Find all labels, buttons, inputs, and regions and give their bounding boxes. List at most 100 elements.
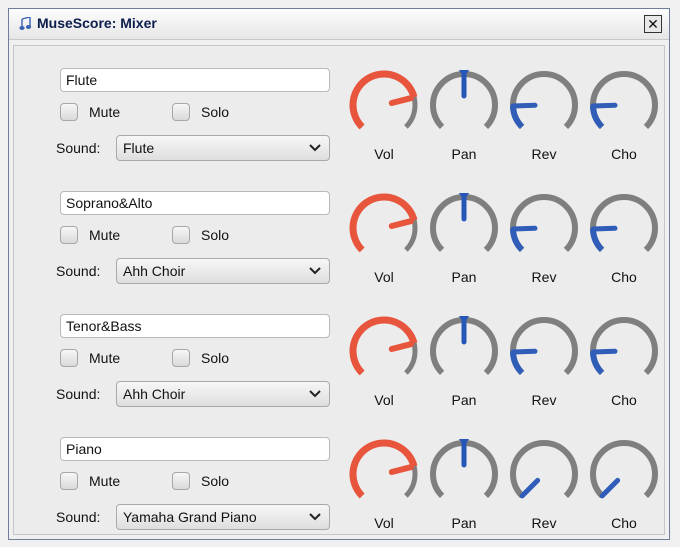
cho-knob-track [590, 317, 658, 376]
cho-knob-graphic[interactable] [584, 433, 664, 513]
cho-knob-graphic[interactable] [584, 310, 664, 390]
solo-checkbox[interactable]: Solo [172, 349, 229, 367]
sound-label: Sound: [56, 386, 101, 402]
sound-dropdown-value: Flute [123, 140, 155, 156]
vol-knob-pointer [388, 464, 415, 476]
sound-dropdown[interactable]: Ahh Choir [116, 381, 330, 407]
channel-name-field[interactable] [60, 314, 330, 338]
vol-knob-graphic[interactable] [344, 433, 424, 513]
mute-checkbox[interactable]: Mute [60, 349, 120, 367]
cho-knob[interactable]: Cho [584, 310, 664, 408]
vol-knob-graphic[interactable] [344, 187, 424, 267]
rev-knob-value-arc [510, 351, 525, 376]
channel-name-field[interactable] [60, 191, 330, 215]
cho-knob-graphic[interactable] [584, 187, 664, 267]
channel-name-field[interactable] [60, 437, 330, 461]
vol-knob[interactable]: Vol [344, 310, 424, 408]
solo-checkbox-box[interactable] [172, 349, 190, 367]
rev-knob[interactable]: Rev [504, 64, 584, 162]
cho-knob[interactable]: Cho [584, 64, 664, 162]
rev-knob-value-arc [510, 228, 525, 253]
solo-checkbox[interactable]: Solo [172, 226, 229, 244]
pan-knob[interactable]: Pan [424, 433, 504, 531]
pan-knob[interactable]: Pan [424, 187, 504, 285]
channel-name-field[interactable] [60, 68, 330, 92]
cho-knob-pointer [590, 225, 618, 232]
mute-checkbox[interactable]: Mute [60, 472, 120, 490]
solo-checkbox[interactable]: Solo [172, 472, 229, 490]
solo-checkbox-box[interactable] [172, 472, 190, 490]
mute-checkbox-box[interactable] [60, 226, 78, 244]
mute-checkbox-box[interactable] [60, 103, 78, 121]
cho-knob-value-arc [590, 105, 605, 130]
vol-knob-graphic[interactable] [344, 64, 424, 144]
rev-knob-graphic[interactable] [504, 433, 584, 513]
vol-knob-label: Vol [374, 146, 394, 162]
solo-checkbox[interactable]: Solo [172, 103, 229, 121]
solo-label: Solo [201, 227, 230, 243]
vol-knob[interactable]: Vol [344, 64, 424, 162]
cho-knob-value-arc [590, 228, 605, 253]
pan-knob-graphic[interactable] [424, 310, 504, 390]
cho-knob-track [590, 194, 658, 253]
sound-dropdown-value: Ahh Choir [123, 263, 186, 279]
solo-label: Solo [201, 350, 230, 366]
pan-knob-label: Pan [451, 392, 477, 408]
rev-knob-track [510, 71, 578, 130]
cho-knob-graphic[interactable] [584, 64, 664, 144]
mute-checkbox-box[interactable] [60, 472, 78, 490]
title-bar[interactable]: MuseScore: Mixer ✕ [9, 9, 669, 40]
mute-checkbox-box[interactable] [60, 349, 78, 367]
channel-strip: Mute Solo Sound: Yamaha Grand Piano Vol Pan Re… [14, 419, 664, 541]
cho-knob-track [590, 440, 658, 499]
cho-knob-pointer [599, 477, 621, 499]
cho-knob-track [590, 71, 658, 130]
mute-label: Mute [89, 473, 121, 489]
cho-knob-pointer [590, 348, 618, 355]
channel-strip: Mute Solo Sound: Ahh Choir Vol Pan Rev Cho [14, 296, 664, 418]
mute-checkbox[interactable]: Mute [60, 103, 120, 121]
rev-knob-track [510, 440, 578, 499]
sound-dropdown[interactable]: Yamaha Grand Piano [116, 504, 330, 530]
sound-dropdown[interactable]: Flute [116, 135, 330, 161]
rev-knob-label: Rev [531, 392, 557, 408]
close-button[interactable]: ✕ [644, 15, 662, 33]
rev-knob-graphic[interactable] [504, 310, 584, 390]
vol-knob-label: Vol [374, 515, 394, 531]
vol-knob-graphic[interactable] [344, 310, 424, 390]
rev-knob-graphic[interactable] [504, 64, 584, 144]
rev-knob-pointer [510, 348, 538, 355]
cho-knob-label: Cho [611, 515, 637, 531]
cho-knob-pointer [590, 102, 618, 109]
rev-knob-label: Rev [531, 515, 557, 531]
rev-knob[interactable]: Rev [504, 187, 584, 285]
rev-knob[interactable]: Rev [504, 310, 584, 408]
mixer-window: MuseScore: Mixer ✕ Mute Solo Sound: Flute Vo… [8, 8, 670, 540]
vol-knob-label: Vol [374, 269, 394, 285]
pan-knob[interactable]: Pan [424, 64, 504, 162]
vol-knob[interactable]: Vol [344, 433, 424, 531]
cho-knob-label: Cho [611, 392, 637, 408]
rev-knob[interactable]: Rev [504, 433, 584, 531]
pan-knob[interactable]: Pan [424, 310, 504, 408]
pan-knob-graphic[interactable] [424, 187, 504, 267]
sound-label: Sound: [56, 140, 101, 156]
sound-dropdown[interactable]: Ahh Choir [116, 258, 330, 284]
vol-knob[interactable]: Vol [344, 187, 424, 285]
solo-label: Solo [201, 473, 230, 489]
cho-knob[interactable]: Cho [584, 433, 664, 531]
mute-checkbox[interactable]: Mute [60, 226, 120, 244]
rev-knob-graphic[interactable] [504, 187, 584, 267]
cho-knob[interactable]: Cho [584, 187, 664, 285]
chevron-down-icon [309, 144, 321, 152]
sound-label: Sound: [56, 509, 101, 525]
solo-checkbox-box[interactable] [172, 226, 190, 244]
rev-knob-track [510, 194, 578, 253]
rev-knob-pointer [510, 225, 538, 232]
pan-knob-label: Pan [451, 146, 477, 162]
rev-knob-pointer [510, 102, 538, 109]
pan-knob-graphic[interactable] [424, 433, 504, 513]
chevron-down-icon [309, 390, 321, 398]
solo-checkbox-box[interactable] [172, 103, 190, 121]
pan-knob-graphic[interactable] [424, 64, 504, 144]
